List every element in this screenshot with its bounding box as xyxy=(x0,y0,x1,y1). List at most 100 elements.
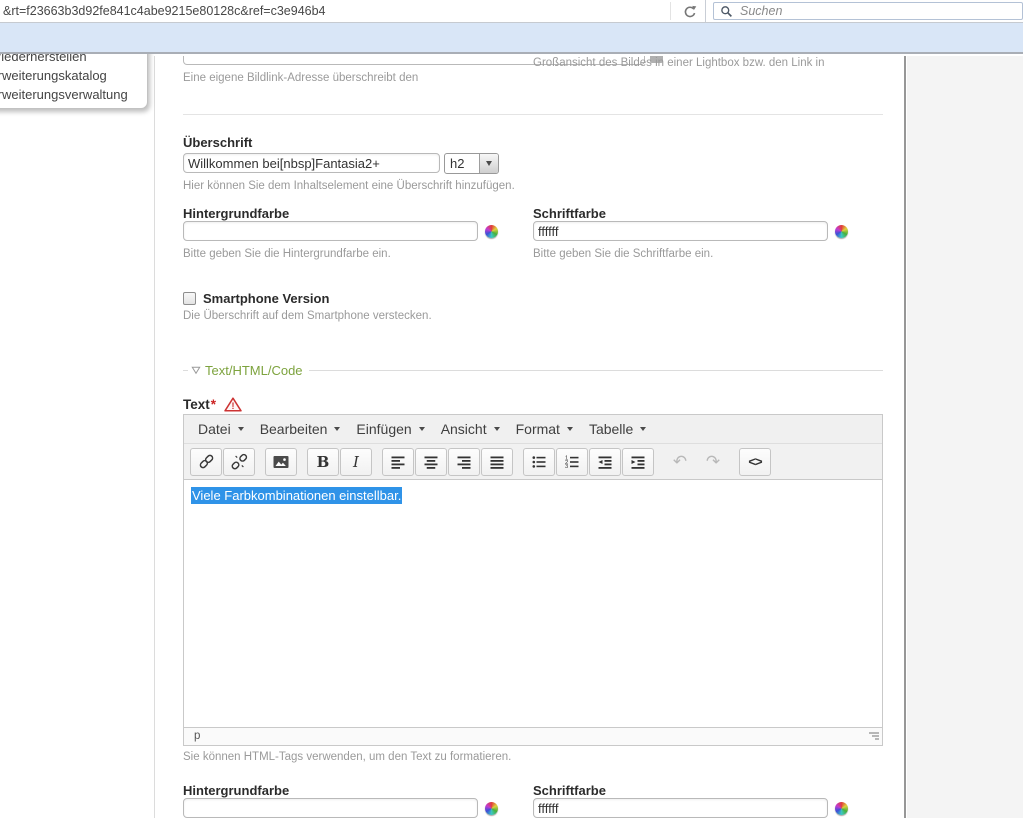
section-legend-label[interactable]: Text/HTML/Code xyxy=(205,363,303,378)
ueberschrift-label: Überschrift xyxy=(183,135,252,150)
menu-tabelle[interactable]: Tabelle xyxy=(581,416,654,442)
browser-search-box[interactable]: Suchen xyxy=(713,2,1023,20)
hintergrundfarbe-input[interactable] xyxy=(183,798,478,818)
chevron-down-icon xyxy=(238,427,244,431)
heading-level-value: h2 xyxy=(445,154,479,173)
browser-url-bar: &rt=f23663b3d92fe841c4abe9215e80128c&ref… xyxy=(0,0,1023,23)
heading-level-select[interactable]: h2 xyxy=(444,153,499,174)
bullet-list-icon xyxy=(531,454,547,470)
chevron-down-icon xyxy=(334,427,340,431)
source-code-button[interactable]: <> xyxy=(739,448,771,476)
menu-einfuegen[interactable]: Einfügen xyxy=(348,416,432,442)
link-button[interactable] xyxy=(190,448,222,476)
page-header-bar xyxy=(0,23,1023,54)
align-left-button[interactable] xyxy=(382,448,414,476)
editor-menubar: Datei Bearbeiten Einfügen Ansicht Format… xyxy=(184,415,882,444)
link-icon xyxy=(198,453,215,470)
menu-label: Ansicht xyxy=(441,421,487,437)
source-code-icon: <> xyxy=(748,454,761,469)
align-left-icon xyxy=(390,454,406,470)
align-right-icon xyxy=(456,454,472,470)
image-icon xyxy=(273,454,289,470)
selected-text[interactable]: Viele Farbkombinationen einstellbar. xyxy=(191,487,402,504)
align-justify-button[interactable] xyxy=(481,448,513,476)
svg-text:3: 3 xyxy=(565,464,568,470)
text-field-label-row: Text * ! xyxy=(183,397,242,412)
divider xyxy=(183,370,188,371)
schriftfarbe-label: Schriftfarbe xyxy=(533,206,606,221)
menu-ansicht[interactable]: Ansicht xyxy=(433,416,508,442)
page-background xyxy=(907,56,1023,818)
menu-label: Bearbeiten xyxy=(260,421,328,437)
schriftfarbe-input[interactable] xyxy=(533,798,828,818)
hintergrundfarbe-help: Bitte geben Sie die Hintergrundfarbe ein… xyxy=(183,248,391,260)
italic-button[interactable]: I xyxy=(340,448,372,476)
menu-label: Datei xyxy=(198,421,231,437)
reload-button[interactable] xyxy=(676,2,703,21)
menu-bearbeiten[interactable]: Bearbeiten xyxy=(252,416,349,442)
indent-button[interactable] xyxy=(622,448,654,476)
align-center-icon xyxy=(423,454,439,470)
chevron-down-icon xyxy=(419,427,425,431)
align-right-button[interactable] xyxy=(448,448,480,476)
color-picker-icon[interactable] xyxy=(835,802,848,815)
popup-item-erweiterungskatalog[interactable]: Erweiterungskatalog xyxy=(0,68,107,83)
redo-icon: ↷ xyxy=(706,453,720,470)
search-icon xyxy=(720,5,733,18)
indent-icon xyxy=(630,454,646,470)
align-center-button[interactable] xyxy=(415,448,447,476)
menu-format[interactable]: Format xyxy=(508,416,581,442)
smartphone-label: Smartphone Version xyxy=(203,291,329,306)
image-button[interactable] xyxy=(265,448,297,476)
numbered-list-icon: 1 2 3 xyxy=(564,454,580,470)
bullet-list-button[interactable] xyxy=(523,448,555,476)
color-picker-icon[interactable] xyxy=(835,225,848,238)
svg-text:!: ! xyxy=(232,401,235,411)
italic-icon: I xyxy=(353,453,359,471)
outdent-button[interactable] xyxy=(589,448,621,476)
section-divider xyxy=(183,114,883,115)
element-path[interactable]: p xyxy=(194,730,200,742)
chevron-down-icon xyxy=(486,161,492,166)
select-dropdown-button[interactable] xyxy=(479,154,498,173)
hintergrundfarbe-label: Hintergrundfarbe xyxy=(183,206,289,221)
resize-grip-icon[interactable] xyxy=(868,730,880,742)
chevron-down-icon xyxy=(640,427,646,431)
numbered-list-button[interactable]: 1 2 3 xyxy=(556,448,588,476)
redo-button[interactable]: ↷ xyxy=(697,448,729,476)
color-picker-icon[interactable] xyxy=(485,225,498,238)
schriftfarbe-input[interactable] xyxy=(533,221,828,241)
ueberschrift-help: Hier können Sie dem Inhaltselement eine … xyxy=(183,180,515,192)
hintergrundfarbe-input[interactable] xyxy=(183,221,478,241)
smartphone-help: Die Überschrift auf dem Smartphone verst… xyxy=(183,310,432,322)
chevron-down-icon xyxy=(567,427,573,431)
align-justify-icon xyxy=(489,454,505,470)
divider xyxy=(705,0,706,22)
url-text[interactable]: &rt=f23663b3d92fe841c4abe9215e80128c&ref… xyxy=(3,4,326,18)
divider xyxy=(670,2,671,20)
color-picker-icon[interactable] xyxy=(485,802,498,815)
editor-toolbar: B I xyxy=(184,444,882,480)
help-text-lightbox: Großansicht des Bildes in einer Lightbox… xyxy=(533,57,825,69)
editor-content[interactable]: Viele Farbkombinationen einstellbar. xyxy=(184,480,882,727)
menu-label: Einfügen xyxy=(356,421,411,437)
reload-icon xyxy=(683,5,697,19)
popup-item-erweiterungsverwaltung[interactable]: Erweiterungsverwaltung xyxy=(0,87,128,102)
undo-button[interactable]: ↶ xyxy=(664,448,696,476)
tinymce-editor: Datei Bearbeiten Einfügen Ansicht Format… xyxy=(183,414,883,746)
collapse-triangle-icon[interactable] xyxy=(191,366,201,375)
smartphone-checkbox[interactable] xyxy=(183,292,196,305)
bold-button[interactable]: B xyxy=(307,448,339,476)
menu-datei[interactable]: Datei xyxy=(190,416,252,442)
chevron-down-icon xyxy=(494,427,500,431)
section-legend: Text/HTML/Code xyxy=(183,363,883,378)
content-element-form: Großansicht des Bildes in einer Lightbox… xyxy=(183,56,883,818)
help-text-bildlink: Eine eigene Bildlink-Adresse überschreib… xyxy=(183,72,418,84)
outdent-icon xyxy=(597,454,613,470)
undo-icon: ↶ xyxy=(673,453,687,470)
ueberschrift-input[interactable] xyxy=(183,153,440,173)
schriftfarbe-label: Schriftfarbe xyxy=(533,783,606,798)
text-field-help: Sie können HTML-Tags verwenden, um den T… xyxy=(183,751,511,763)
unlink-button[interactable] xyxy=(223,448,255,476)
menu-label: Format xyxy=(516,421,560,437)
